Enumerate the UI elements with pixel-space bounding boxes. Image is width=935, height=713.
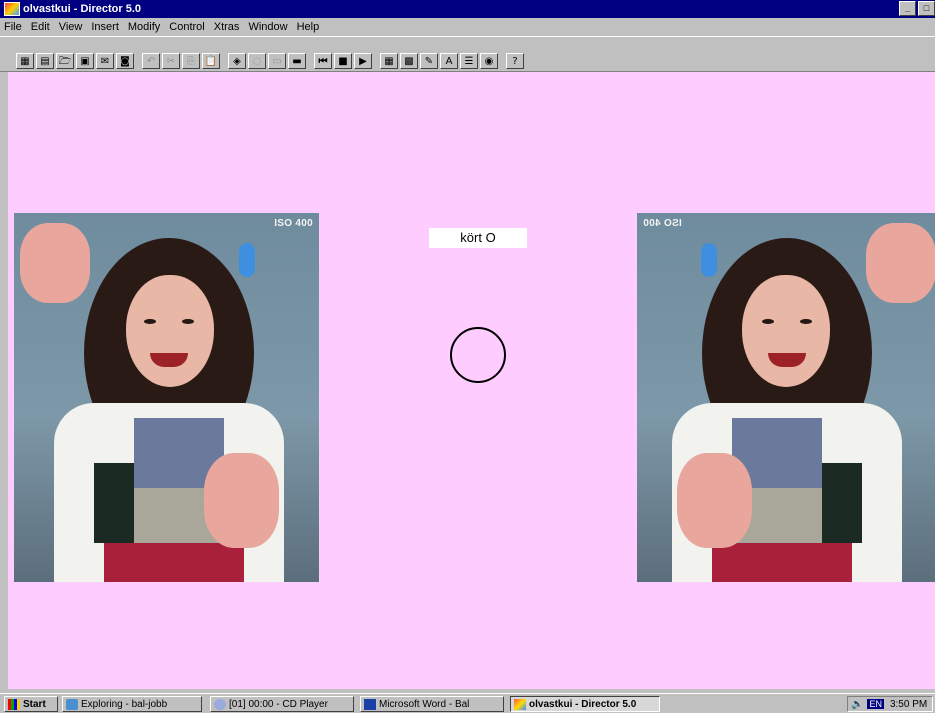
rewind-icon[interactable]: ⏮: [314, 53, 332, 69]
start-label: Start: [23, 698, 46, 710]
menu-modify[interactable]: Modify: [128, 21, 160, 33]
window-title: olvastkui - Director 5.0: [23, 3, 141, 15]
sprite-overlay-icon[interactable]: ▭: [268, 53, 286, 69]
print-icon[interactable]: ◙: [116, 53, 134, 69]
menu-xtras[interactable]: Xtras: [214, 21, 240, 33]
task-label: Microsoft Word - Bal: [379, 698, 470, 710]
field-icon[interactable]: ☰: [460, 53, 478, 69]
circle-shape[interactable]: [450, 327, 506, 383]
window-controls: _ □: [899, 1, 935, 16]
right-photo[interactable]: ISO 400: [637, 213, 935, 582]
cast-window-icon[interactable]: ▩: [400, 53, 418, 69]
exchange-icon[interactable]: ◌: [248, 53, 266, 69]
task-label: olvastkui - Director 5.0: [529, 698, 637, 710]
cut-icon[interactable]: ✂: [162, 53, 180, 69]
find-icon[interactable]: ◈: [228, 53, 246, 69]
help-pointer-icon[interactable]: ?: [506, 53, 524, 69]
menu-view[interactable]: View: [59, 21, 83, 33]
paint-icon[interactable]: ✎: [420, 53, 438, 69]
task-word[interactable]: Microsoft Word - Bal: [360, 696, 504, 712]
script-icon[interactable]: ◉: [480, 53, 498, 69]
task-director[interactable]: olvastkui - Director 5.0: [510, 696, 660, 712]
iso-stamp-right: ISO 400: [643, 218, 682, 229]
language-indicator[interactable]: EN: [867, 699, 884, 709]
director-app-icon[interactable]: [4, 2, 20, 16]
text-icon[interactable]: A: [440, 53, 458, 69]
menu-help[interactable]: Help: [297, 21, 320, 33]
score-icon[interactable]: ▬: [288, 53, 306, 69]
menu-bar: File Edit View Insert Modify Control Xtr…: [0, 19, 935, 35]
minimize-button[interactable]: _: [899, 1, 916, 16]
paste-icon[interactable]: 📋: [202, 53, 220, 69]
score-window-icon[interactable]: ▦: [380, 53, 398, 69]
task-cd-player[interactable]: [01] 00:00 - CD Player: [210, 696, 354, 712]
play-icon[interactable]: ▶: [354, 53, 372, 69]
menu-control[interactable]: Control: [169, 21, 204, 33]
director-icon: [514, 698, 526, 710]
undo-icon[interactable]: ↶: [142, 53, 160, 69]
new-cast-icon[interactable]: ▤: [36, 53, 54, 69]
menu-window[interactable]: Window: [248, 21, 287, 33]
maximize-button[interactable]: □: [918, 1, 935, 16]
task-label: [01] 00:00 - CD Player: [229, 698, 328, 710]
stage-label: kört O: [429, 228, 527, 248]
left-photo[interactable]: ISO 400: [14, 213, 319, 582]
import-icon[interactable]: ✉: [96, 53, 114, 69]
menu-file[interactable]: File: [4, 21, 22, 33]
stage: ISO 400 kört O ISO 400: [8, 72, 935, 689]
menu-insert[interactable]: Insert: [91, 21, 119, 33]
save-icon[interactable]: ▣: [76, 53, 94, 69]
title-bar[interactable]: olvastkui - Director 5.0 _ □: [0, 0, 935, 18]
task-exploring[interactable]: Exploring - bal-jobb: [62, 696, 202, 712]
clock[interactable]: 3:50 PM: [890, 699, 927, 710]
open-folder-icon[interactable]: 🗁: [56, 53, 74, 69]
system-tray: 🔈 EN 3:50 PM: [847, 696, 933, 712]
menu-edit[interactable]: Edit: [31, 21, 50, 33]
taskbar: Start Exploring - bal-jobb [01] 00:00 - …: [0, 693, 935, 713]
toolbar: ▦ ▤ 🗁 ▣ ✉ ◙ ↶ ✂ ⎘ 📋 ◈ ◌ ▭ ▬ ⏮ ■ ▶ ▦ ▩ ✎ …: [0, 36, 935, 72]
windows-logo-icon: [8, 698, 20, 710]
start-button[interactable]: Start: [4, 696, 58, 712]
new-movie-icon[interactable]: ▦: [16, 53, 34, 69]
speaker-icon[interactable]: 🔈: [851, 699, 863, 710]
copy-icon[interactable]: ⎘: [182, 53, 200, 69]
iso-stamp-left: ISO 400: [274, 218, 313, 229]
stop-icon[interactable]: ■: [334, 53, 352, 69]
task-label: Exploring - bal-jobb: [81, 698, 168, 710]
cd-icon: [214, 698, 226, 710]
word-icon: [364, 698, 376, 710]
explorer-icon: [66, 698, 78, 710]
